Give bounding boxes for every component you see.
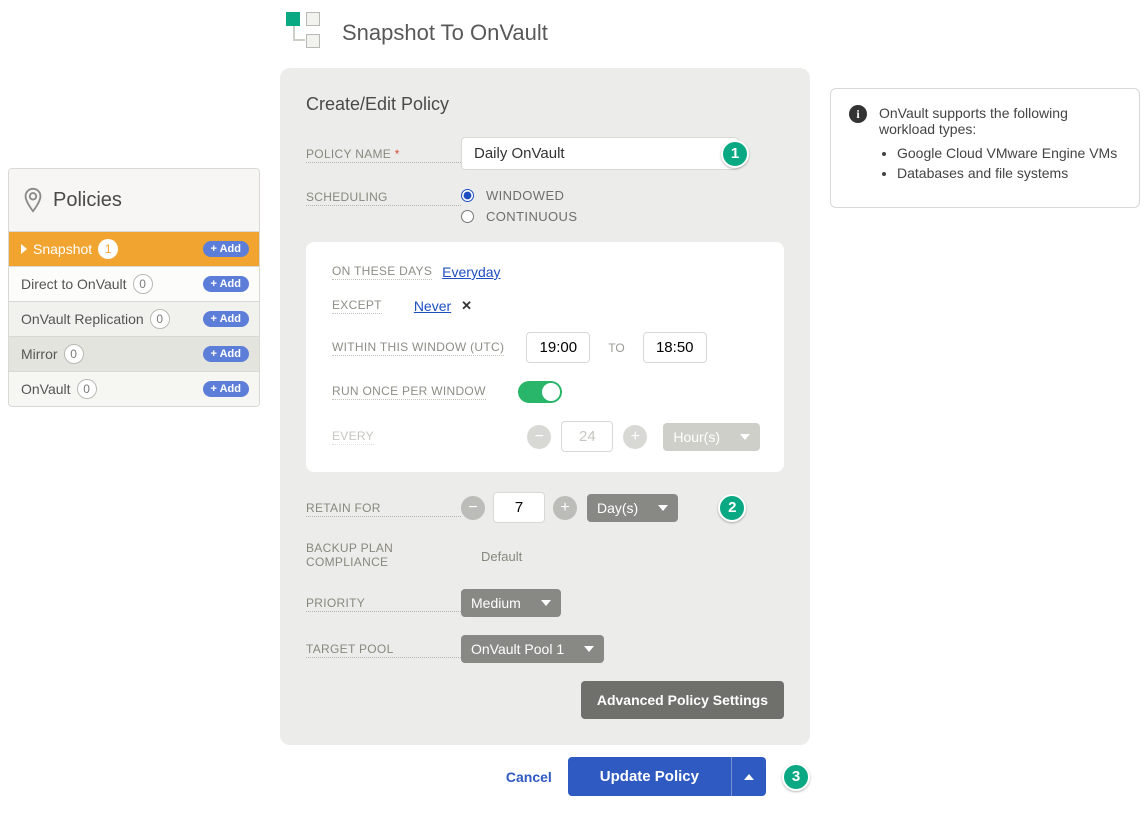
every-unit-dropdown[interactable]: Hour(s) [663, 423, 760, 451]
policies-sidebar: Policies Snapshot 1 + Add Direct to OnVa… [8, 168, 260, 407]
chevron-down-icon [740, 434, 750, 440]
except-label: EXCEPT [332, 298, 382, 314]
update-policy-button[interactable]: Update Policy [568, 757, 731, 796]
windowed-radio-input[interactable] [461, 189, 474, 202]
form-footer: Cancel Update Policy 3 [280, 757, 810, 796]
policy-name-input[interactable] [461, 137, 739, 170]
count-badge: 0 [77, 379, 97, 399]
chevron-up-icon [744, 774, 754, 780]
to-separator: TO [608, 341, 624, 355]
count-badge: 0 [64, 344, 84, 364]
info-heading: OnVault supports the following workload … [879, 105, 1121, 137]
every-label: EVERY [332, 429, 374, 445]
sidebar-item-label: OnVault [21, 381, 71, 397]
add-button[interactable]: + Add [203, 381, 249, 397]
retain-value-input[interactable] [493, 492, 545, 523]
chevron-right-icon [21, 244, 27, 254]
info-item: Google Cloud VMware Engine VMs [897, 145, 1121, 161]
advanced-policy-settings-button[interactable]: Advanced Policy Settings [581, 681, 784, 719]
sidebar-item-onvault[interactable]: OnVault 0 + Add [9, 371, 259, 406]
close-icon[interactable]: ✕ [461, 298, 472, 314]
sidebar-item-label: Snapshot [33, 241, 92, 257]
workflow-icon [280, 10, 326, 56]
retain-unit-dropdown[interactable]: Day(s) [587, 494, 678, 522]
add-button[interactable]: + Add [203, 346, 249, 362]
continuous-radio-input[interactable] [461, 210, 474, 223]
chevron-down-icon [658, 505, 668, 511]
compliance-value: Default [481, 549, 522, 564]
target-pool-dropdown[interactable]: OnVault Pool 1 [461, 635, 604, 663]
retain-decrement[interactable]: − [461, 496, 485, 520]
scheduling-label: SCHEDULING [306, 190, 461, 206]
sidebar-item-label: Direct to OnVault [21, 276, 127, 292]
run-once-toggle[interactable] [518, 381, 562, 403]
callout-2: 2 [718, 494, 746, 522]
sidebar-item-mirror[interactable]: Mirror 0 + Add [9, 336, 259, 371]
sidebar-item-label: Mirror [21, 346, 58, 362]
page-title: Snapshot To OnVault [342, 20, 548, 46]
sidebar-item-snapshot[interactable]: Snapshot 1 + Add [9, 231, 259, 266]
except-value[interactable]: Never [414, 298, 451, 314]
run-once-label: RUN ONCE PER WINDOW [332, 384, 486, 400]
count-badge: 1 [98, 239, 118, 259]
cancel-button[interactable]: Cancel [506, 769, 552, 785]
callout-3: 3 [782, 763, 810, 791]
target-pool-label: TARGET POOL [306, 642, 461, 658]
retain-increment[interactable]: + [553, 496, 577, 520]
section-title: Create/Edit Policy [306, 94, 784, 115]
window-to-input[interactable] [643, 332, 707, 363]
policy-form-panel: Create/Edit Policy POLICY NAME * 1 SCHED… [280, 68, 810, 745]
retain-for-label: RETAIN FOR [306, 501, 461, 517]
policies-title: Policies [53, 189, 122, 212]
update-policy-dropdown-button[interactable] [731, 757, 766, 796]
sidebar-item-label: OnVault Replication [21, 311, 144, 327]
compliance-label: BACKUP PLAN COMPLIANCE [306, 541, 461, 570]
sidebar-item-direct-onvault[interactable]: Direct to OnVault 0 + Add [9, 266, 259, 301]
add-button[interactable]: + Add [203, 276, 249, 292]
chevron-down-icon [541, 600, 551, 606]
every-increment[interactable]: + [623, 425, 647, 449]
schedule-window-card: ON THESE DAYS Everyday EXCEPT Never ✕ WI… [306, 242, 784, 472]
priority-dropdown[interactable]: Medium [461, 589, 561, 617]
info-card: i OnVault supports the following workloa… [830, 88, 1140, 208]
pin-icon [23, 187, 43, 213]
count-badge: 0 [150, 309, 170, 329]
add-button[interactable]: + Add [203, 311, 249, 327]
policy-name-label: POLICY NAME * [306, 147, 461, 163]
policies-title-row: Policies [9, 169, 259, 231]
chevron-down-icon [584, 646, 594, 652]
on-these-days-label: ON THESE DAYS [332, 264, 432, 280]
page-header: Snapshot To OnVault [280, 10, 810, 56]
window-from-input[interactable] [526, 332, 590, 363]
on-these-days-value[interactable]: Everyday [442, 264, 500, 280]
callout-1: 1 [721, 140, 749, 168]
info-item: Databases and file systems [897, 165, 1121, 181]
priority-label: PRIORITY [306, 596, 461, 612]
scheduling-windowed-radio[interactable]: WINDOWED [461, 188, 577, 203]
info-icon: i [849, 105, 867, 123]
window-label: WITHIN THIS WINDOW (UTC) [332, 340, 504, 356]
every-value-input[interactable] [561, 421, 613, 452]
scheduling-continuous-radio[interactable]: CONTINUOUS [461, 209, 577, 224]
add-button[interactable]: + Add [203, 241, 249, 257]
every-decrement[interactable]: − [527, 425, 551, 449]
sidebar-item-onvault-replication[interactable]: OnVault Replication 0 + Add [9, 301, 259, 336]
count-badge: 0 [133, 274, 153, 294]
